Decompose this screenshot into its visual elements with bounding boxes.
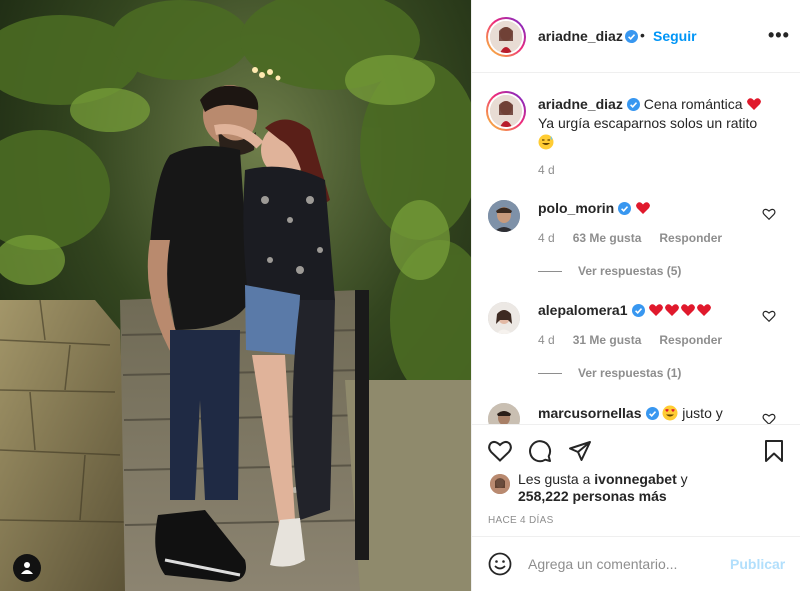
view-replies-label: Ver respuestas (1) xyxy=(578,366,682,380)
likes-count[interactable]: 258,222 personas más xyxy=(518,488,667,504)
comment-text: justo y xyxy=(682,405,723,421)
post-side-panel: ariadne_diaz • Seguir ••• ariadne_diaz C… xyxy=(471,0,800,591)
caption-line-1: Cena romántica xyxy=(643,96,743,112)
commenter-username[interactable]: polo_morin xyxy=(538,200,614,216)
post-image xyxy=(0,0,471,591)
user-tag-button[interactable] xyxy=(13,554,41,582)
reply-button[interactable]: Responder xyxy=(659,231,722,245)
verified-icon xyxy=(625,30,638,43)
liker-username[interactable]: ivonnegabet xyxy=(594,471,676,487)
caption-username[interactable]: ariadne_diaz xyxy=(538,96,623,112)
post-photo[interactable] xyxy=(0,0,471,591)
verified-icon xyxy=(618,202,632,215)
separator-dot: • xyxy=(640,27,645,43)
smile-icon[interactable] xyxy=(488,552,512,576)
heart-icon[interactable] xyxy=(488,439,512,463)
post-header: ariadne_diaz • Seguir ••• xyxy=(472,0,800,73)
caption-avatar[interactable] xyxy=(486,91,526,131)
like-comment-heart-icon[interactable] xyxy=(762,412,776,424)
comment-input[interactable] xyxy=(528,554,728,574)
commenter-username[interactable]: alepalomera1 xyxy=(538,302,628,318)
likes-prefix: Les gusta a xyxy=(518,471,591,487)
like-comment-heart-icon[interactable] xyxy=(762,309,776,323)
reply-button[interactable]: Responder xyxy=(659,333,722,347)
comment-likes[interactable]: 63 Me gusta xyxy=(573,231,642,245)
red-heart-emoji-icon xyxy=(636,202,651,214)
user-tag-icon xyxy=(21,562,33,574)
view-replies-button[interactable]: Ver respuestas (5) xyxy=(538,264,681,278)
red-heart-emoji-icon xyxy=(747,98,762,110)
comment-likes[interactable]: 31 Me gusta xyxy=(573,333,642,347)
red-heart-emoji-icon xyxy=(665,304,680,316)
comments-list[interactable]: ariadne_diaz Cena romántica Ya urgía esc… xyxy=(472,74,800,424)
commenter-username[interactable]: marcusornellas xyxy=(538,405,642,421)
caption-age[interactable]: 4 d xyxy=(538,163,555,177)
verified-icon xyxy=(645,407,659,420)
likes-suffix: y xyxy=(680,471,688,487)
commenter-avatar[interactable] xyxy=(488,403,520,424)
commenter-avatar[interactable] xyxy=(488,302,520,334)
like-comment-heart-icon[interactable] xyxy=(762,207,776,221)
commenter-avatar[interactable] xyxy=(488,200,520,232)
verified-icon xyxy=(626,98,640,111)
caption-text: ariadne_diaz Cena romántica Ya urgía esc… xyxy=(538,95,778,152)
sweat-smile-emoji-icon xyxy=(538,134,554,150)
post-date[interactable]: HACE 4 DÍAS xyxy=(488,515,554,526)
caption-line-2: Ya urgía escaparnos solos un ratito xyxy=(538,115,758,131)
publish-button[interactable]: Publicar xyxy=(730,556,785,572)
comment-age[interactable]: 4 d xyxy=(538,231,555,245)
red-heart-emoji-icon xyxy=(649,304,664,316)
bookmark-icon[interactable] xyxy=(762,439,786,463)
view-replies-button[interactable]: Ver respuestas (1) xyxy=(538,366,681,380)
more-options-icon[interactable]: ••• xyxy=(768,25,790,46)
heart-eyes-emoji-icon xyxy=(662,405,678,421)
comment-age[interactable]: 4 d xyxy=(538,333,555,347)
red-heart-emoji-icon xyxy=(697,304,712,316)
view-replies-label: Ver respuestas (5) xyxy=(578,264,682,278)
likes-text: Les gusta a ivonnegabet y 258,222 person… xyxy=(518,471,688,505)
verified-icon xyxy=(631,304,645,317)
follow-button[interactable]: Seguir xyxy=(653,28,697,44)
author-avatar[interactable] xyxy=(486,17,526,57)
red-heart-emoji-icon xyxy=(681,304,696,316)
comment-icon[interactable] xyxy=(528,439,552,463)
author-username[interactable]: ariadne_diaz xyxy=(538,28,623,44)
liker-avatar[interactable] xyxy=(490,474,510,494)
add-comment-bar: Publicar xyxy=(472,536,800,591)
share-icon[interactable] xyxy=(568,439,592,463)
post-actions: Les gusta a ivonnegabet y 258,222 person… xyxy=(472,424,800,536)
